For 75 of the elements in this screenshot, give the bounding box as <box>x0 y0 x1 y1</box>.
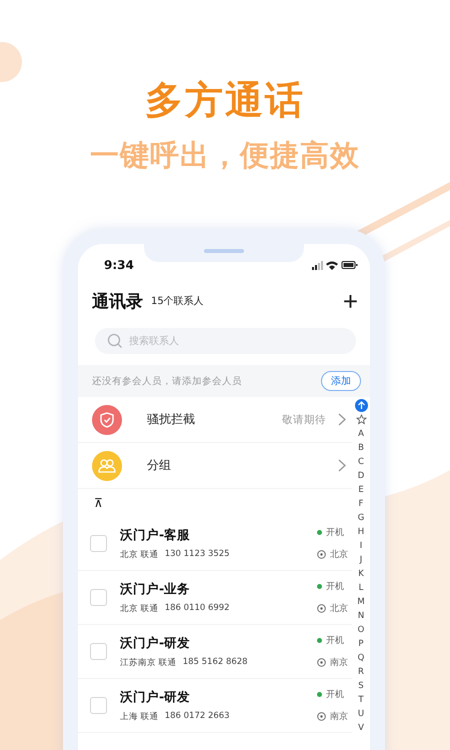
index-letter[interactable]: T <box>358 693 364 707</box>
scroll-top-icon[interactable]: ⊼ <box>94 496 103 510</box>
status-text: 开机 <box>326 688 344 701</box>
contact-name: 沃门户-业务 <box>120 580 192 598</box>
status-text: 开机 <box>326 634 344 647</box>
shield-icon <box>92 404 122 434</box>
index-letter[interactable]: C <box>358 455 364 469</box>
checkbox[interactable] <box>90 589 107 606</box>
group-icon <box>92 450 122 480</box>
contact-name: 沃门户-客服 <box>120 526 192 544</box>
index-letter[interactable]: H <box>358 525 364 539</box>
contact-region: 北京 联通 <box>120 602 159 614</box>
city-text: 北京 <box>330 602 348 615</box>
notice-text: 还没有参会人员，请添加参会人员 <box>92 374 242 388</box>
status-icons <box>312 260 358 270</box>
contact-name: 沃门户-研发 <box>120 634 192 652</box>
menu-hint: 敬请期待 <box>282 412 326 426</box>
index-letter[interactable]: A <box>358 427 364 441</box>
city-text: 南京 <box>330 656 348 669</box>
index-letter[interactable]: L <box>358 581 364 595</box>
index-letter[interactable]: U <box>358 707 364 721</box>
index-letter[interactable]: B <box>358 441 364 455</box>
menu-label: 分组 <box>147 457 171 474</box>
add-participant-button[interactable]: 添加 <box>321 371 361 391</box>
menu-item[interactable]: 骚扰拦截 敬请期待 <box>78 397 352 443</box>
index-letter[interactable]: J <box>360 553 362 567</box>
up-arrow-icon[interactable] <box>354 399 368 412</box>
contact-name: 沃门户-研发 <box>120 688 192 706</box>
index-letter[interactable]: R <box>358 665 364 679</box>
contact-region: 江苏南京 联通 <box>120 656 177 668</box>
phone-number: 186 0172 2663 <box>164 710 230 722</box>
index-letter[interactable]: S <box>358 679 364 693</box>
status-text: 开机 <box>326 580 344 593</box>
index-letter[interactable]: Q <box>358 651 364 665</box>
search-field[interactable]: 搜索联系人 <box>95 328 356 354</box>
checkbox[interactable] <box>90 535 107 552</box>
star-icon[interactable] <box>356 414 366 425</box>
tagline: 一键呼出，便捷高效 <box>90 137 360 174</box>
index-letter[interactable]: P <box>358 637 364 651</box>
contact-row[interactable]: 沃门户-研发 江苏南京 联通 185 5162 8628 开机 南京 <box>78 625 352 679</box>
index-letter[interactable]: O <box>358 623 364 637</box>
city-text: 南京 <box>330 710 348 723</box>
phone-number: 130 1123 3525 <box>164 548 230 560</box>
contacts-title: 通讯录 <box>92 290 143 312</box>
index-letter[interactable]: E <box>358 483 364 497</box>
location-icon <box>317 604 326 613</box>
checkbox[interactable] <box>90 697 107 714</box>
checkbox[interactable] <box>90 643 107 660</box>
status-text: 开机 <box>326 526 344 539</box>
contact-count: 15个联系人 <box>151 294 204 308</box>
menu-label: 骚扰拦截 <box>147 411 195 428</box>
location-icon <box>317 550 326 559</box>
phone-number: 185 5162 8628 <box>182 656 248 668</box>
contact-region: 上海 联通 <box>120 710 159 722</box>
index-letter[interactable]: M <box>357 595 365 609</box>
headline: 多方通话 <box>145 77 305 124</box>
contact-row[interactable]: 沃门户-研发 上海 联通 186 0172 2663 开机 南京 <box>78 679 352 733</box>
contact-row[interactable]: 沃门户-业务 北京 联通 186 0110 6992 开机 北京 <box>78 571 352 625</box>
index-letter[interactable]: F <box>358 497 364 511</box>
index-letter[interactable]: N <box>358 609 364 623</box>
location-icon <box>317 658 326 667</box>
menu-item[interactable]: 分组 <box>78 443 352 489</box>
index-letter[interactable]: V <box>358 721 364 735</box>
contact-region: 北京 联通 <box>120 548 159 560</box>
chevron-icon <box>338 459 346 472</box>
contact-row[interactable]: 沃门户-客服 北京 联通 130 1123 3525 开机 北京 <box>78 517 352 571</box>
index-letter[interactable]: K <box>358 567 364 581</box>
phone-number: 186 0110 6992 <box>164 602 230 614</box>
chevron-icon <box>338 413 346 426</box>
city-text: 北京 <box>330 548 348 561</box>
add-button[interactable]: + <box>342 288 358 314</box>
status-time: 9:34 <box>104 258 134 272</box>
location-icon <box>317 712 326 721</box>
index-letter[interactable]: D <box>358 469 364 483</box>
index-letter[interactable]: G <box>358 511 364 525</box>
